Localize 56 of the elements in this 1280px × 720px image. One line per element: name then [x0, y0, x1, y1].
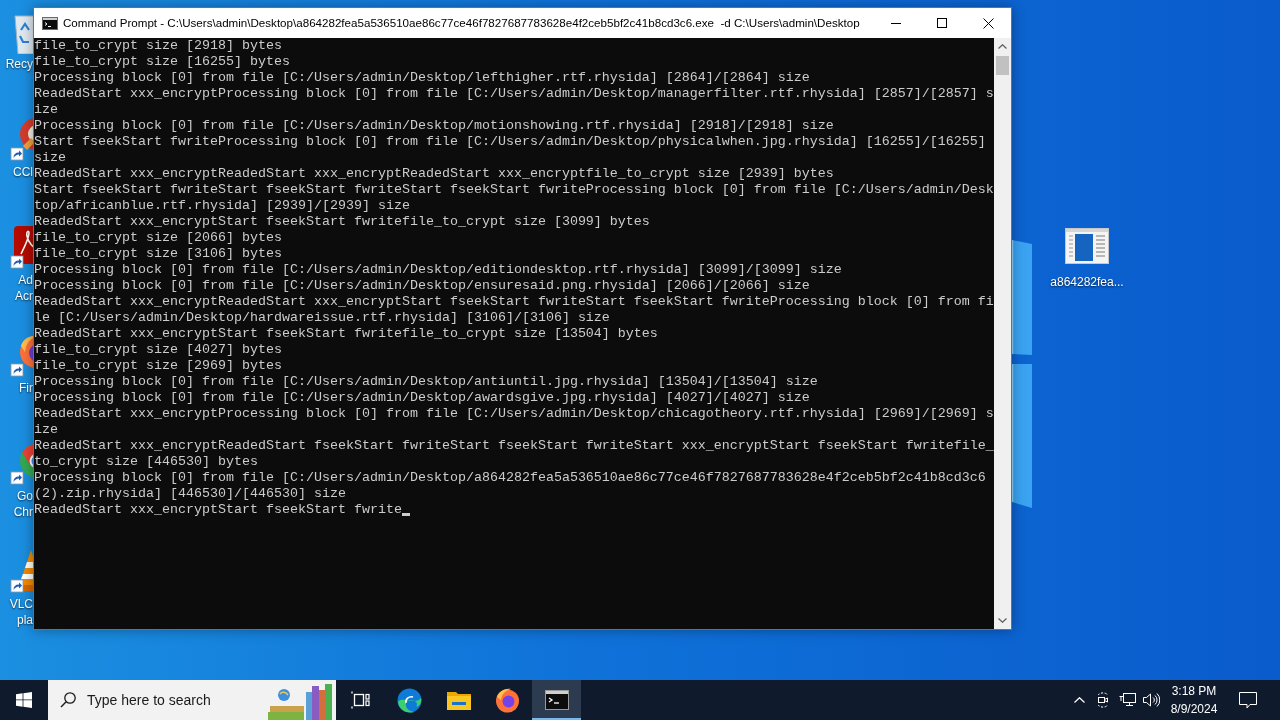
taskbar-app-button[interactable]	[532, 680, 581, 720]
console-line: Processing block [0] from file [C:/Users/admin/Desktop/awardsgive.jpg.rhysida] [4027]/[4027] size	[34, 390, 810, 406]
console-line: Processing block [0] from file [C:/Users/admin/Desktop/lefthigher.rtf.rhysida] [2864]/[2864] size	[34, 70, 810, 86]
console-line: ReadedStart xxx_encryptStart fseekStart fwritefile_to_crypt size [3099] bytes	[34, 214, 650, 230]
console-icon	[42, 16, 58, 30]
notification-icon	[1239, 691, 1257, 709]
search-icon	[60, 692, 76, 708]
task-view-icon	[351, 691, 370, 709]
window-title: Command Prompt - C:\Users\admin\Desktop\a864282fea5a536510ae86c77ce46f7827687783628e4f2ceb5bf2c41b8cd3c6.exe -d C:\Users\admin\Desktop	[63, 15, 860, 31]
console-line: to_crypt size [446530] bytes	[34, 454, 258, 470]
console-line: ReadedStart xxx_encryptStart fseekStart fwritefile_to_crypt size [13504] bytes	[34, 326, 658, 342]
console-line: Start fseekStart fwriteProcessing block [0] from file [C:/Users/admin/Desktop/physicalwhen.jpg.rhysida] [16255]/[16255]	[34, 134, 986, 150]
console-line: ReadedStart xxx_encryptReadedStart xxx_encryptReadedStart xxx_encryptfile_to_crypt size [2939] bytes	[34, 166, 834, 182]
speaker-icon	[1142, 692, 1160, 708]
folder-icon	[446, 690, 471, 710]
search-field[interactable]: Type here to search	[48, 680, 336, 720]
console-line: ReadedStart xxx_encryptStart fseekStart fwrite	[34, 502, 402, 518]
console-line: file_to_crypt size [2969] bytes	[34, 358, 282, 374]
console-line: file_to_crypt size [2918] bytes	[34, 38, 282, 54]
console-line: file_to_crypt size [2066] bytes	[34, 230, 282, 246]
edge-browser-icon	[397, 687, 422, 713]
console-line: le [C:/Users/admin/Desktop/hardwareissue.rtf.rhysida] [3106]/[3106] size	[34, 310, 610, 326]
console-line: top/africanblue.rtf.rhysida] [2939]/[2939] size	[34, 198, 410, 214]
console-line: file_to_crypt size [3106] bytes	[34, 246, 282, 262]
console-line: Processing block [0] from file [C:/Users/admin/Desktop/editiondesktop.rtf.rhysida] [3099]/[3099] size	[34, 262, 842, 278]
console-line: ize	[34, 102, 58, 118]
console-line: Processing block [0] from file [C:/Users/admin/Desktop/ensuresaid.png.rhysida] [2066]/[2066] size	[34, 278, 810, 294]
chevron-up-icon	[998, 44, 1007, 49]
maximize-icon	[937, 18, 947, 28]
console-line: ReadedStart xxx_encryptProcessing block [0] from file [C:/Users/admin/Desktop/chicagotheory.rtf.rhysida] [2969]/[2969] s	[34, 406, 994, 422]
camera-icon	[1096, 692, 1110, 708]
console-line: ReadedStart xxx_encryptReadedStart xxx_encryptStart fseekStart fwriteStart fseekStart fwriteProcessing block [0] from fi	[34, 294, 994, 310]
console-line: file_to_crypt size [16255] bytes	[34, 54, 290, 70]
console-line: (2).zip.rhysida] [446530]/[446530] size	[34, 486, 346, 502]
console-line: Processing block [0] from file [C:/Users/admin/Desktop/a864282fea5a536510ae86c77ce46f7827687783628e4f2ceb5bf2c41b8cd3c6	[34, 470, 986, 486]
console-line: Processing block [0] from file [C:/Users/admin/Desktop/antiuntil.jpg.rhysida] [13504]/[13504] size	[34, 374, 818, 390]
console-line: ReadedStart xxx_encryptProcessing block [0] from file [C:/Users/admin/Desktop/managerfilter.rtf.rhysida] [2857]/[2857] s	[34, 86, 994, 102]
program-window-icon	[1065, 228, 1109, 264]
network-icon	[1118, 692, 1136, 708]
scrollbar-thumb[interactable]	[996, 56, 1009, 75]
minimize-icon	[891, 22, 901, 24]
console-line: ize	[34, 422, 58, 438]
desktop-shortcut[interactable]: a864282fea...	[1046, 228, 1128, 290]
chevron-down-icon	[998, 618, 1007, 623]
chevron-up-icon	[1073, 697, 1085, 703]
windows-logo-icon	[16, 692, 32, 708]
desktop-shortcut[interactable]: Recy	[0, 4, 33, 112]
console-line: size	[34, 150, 66, 166]
console-icon	[544, 690, 569, 710]
console-line: Processing block [0] from file [C:/Users/admin/Desktop/motionshowing.rtf.rhysida] [2918]/[2918] size	[34, 118, 834, 134]
clock-button[interactable]: 3:18 PM 8/9/2024	[1163, 680, 1225, 720]
console-line: file_to_crypt size [4027] bytes	[34, 342, 282, 358]
console-line: ReadedStart xxx_encryptReadedStart fseekStart fwriteStart fseekStart fwriteStart xxx_encryptStart fseekStart fwritefile_	[34, 438, 994, 454]
console-line: Start fseekStart fwriteStart fseekStart fwriteStart fseekStart fwriteProcessing block [0] from file [C:/Users/admin/Desk	[34, 182, 994, 198]
close-icon	[982, 17, 994, 29]
fox-browser-icon	[495, 687, 520, 713]
